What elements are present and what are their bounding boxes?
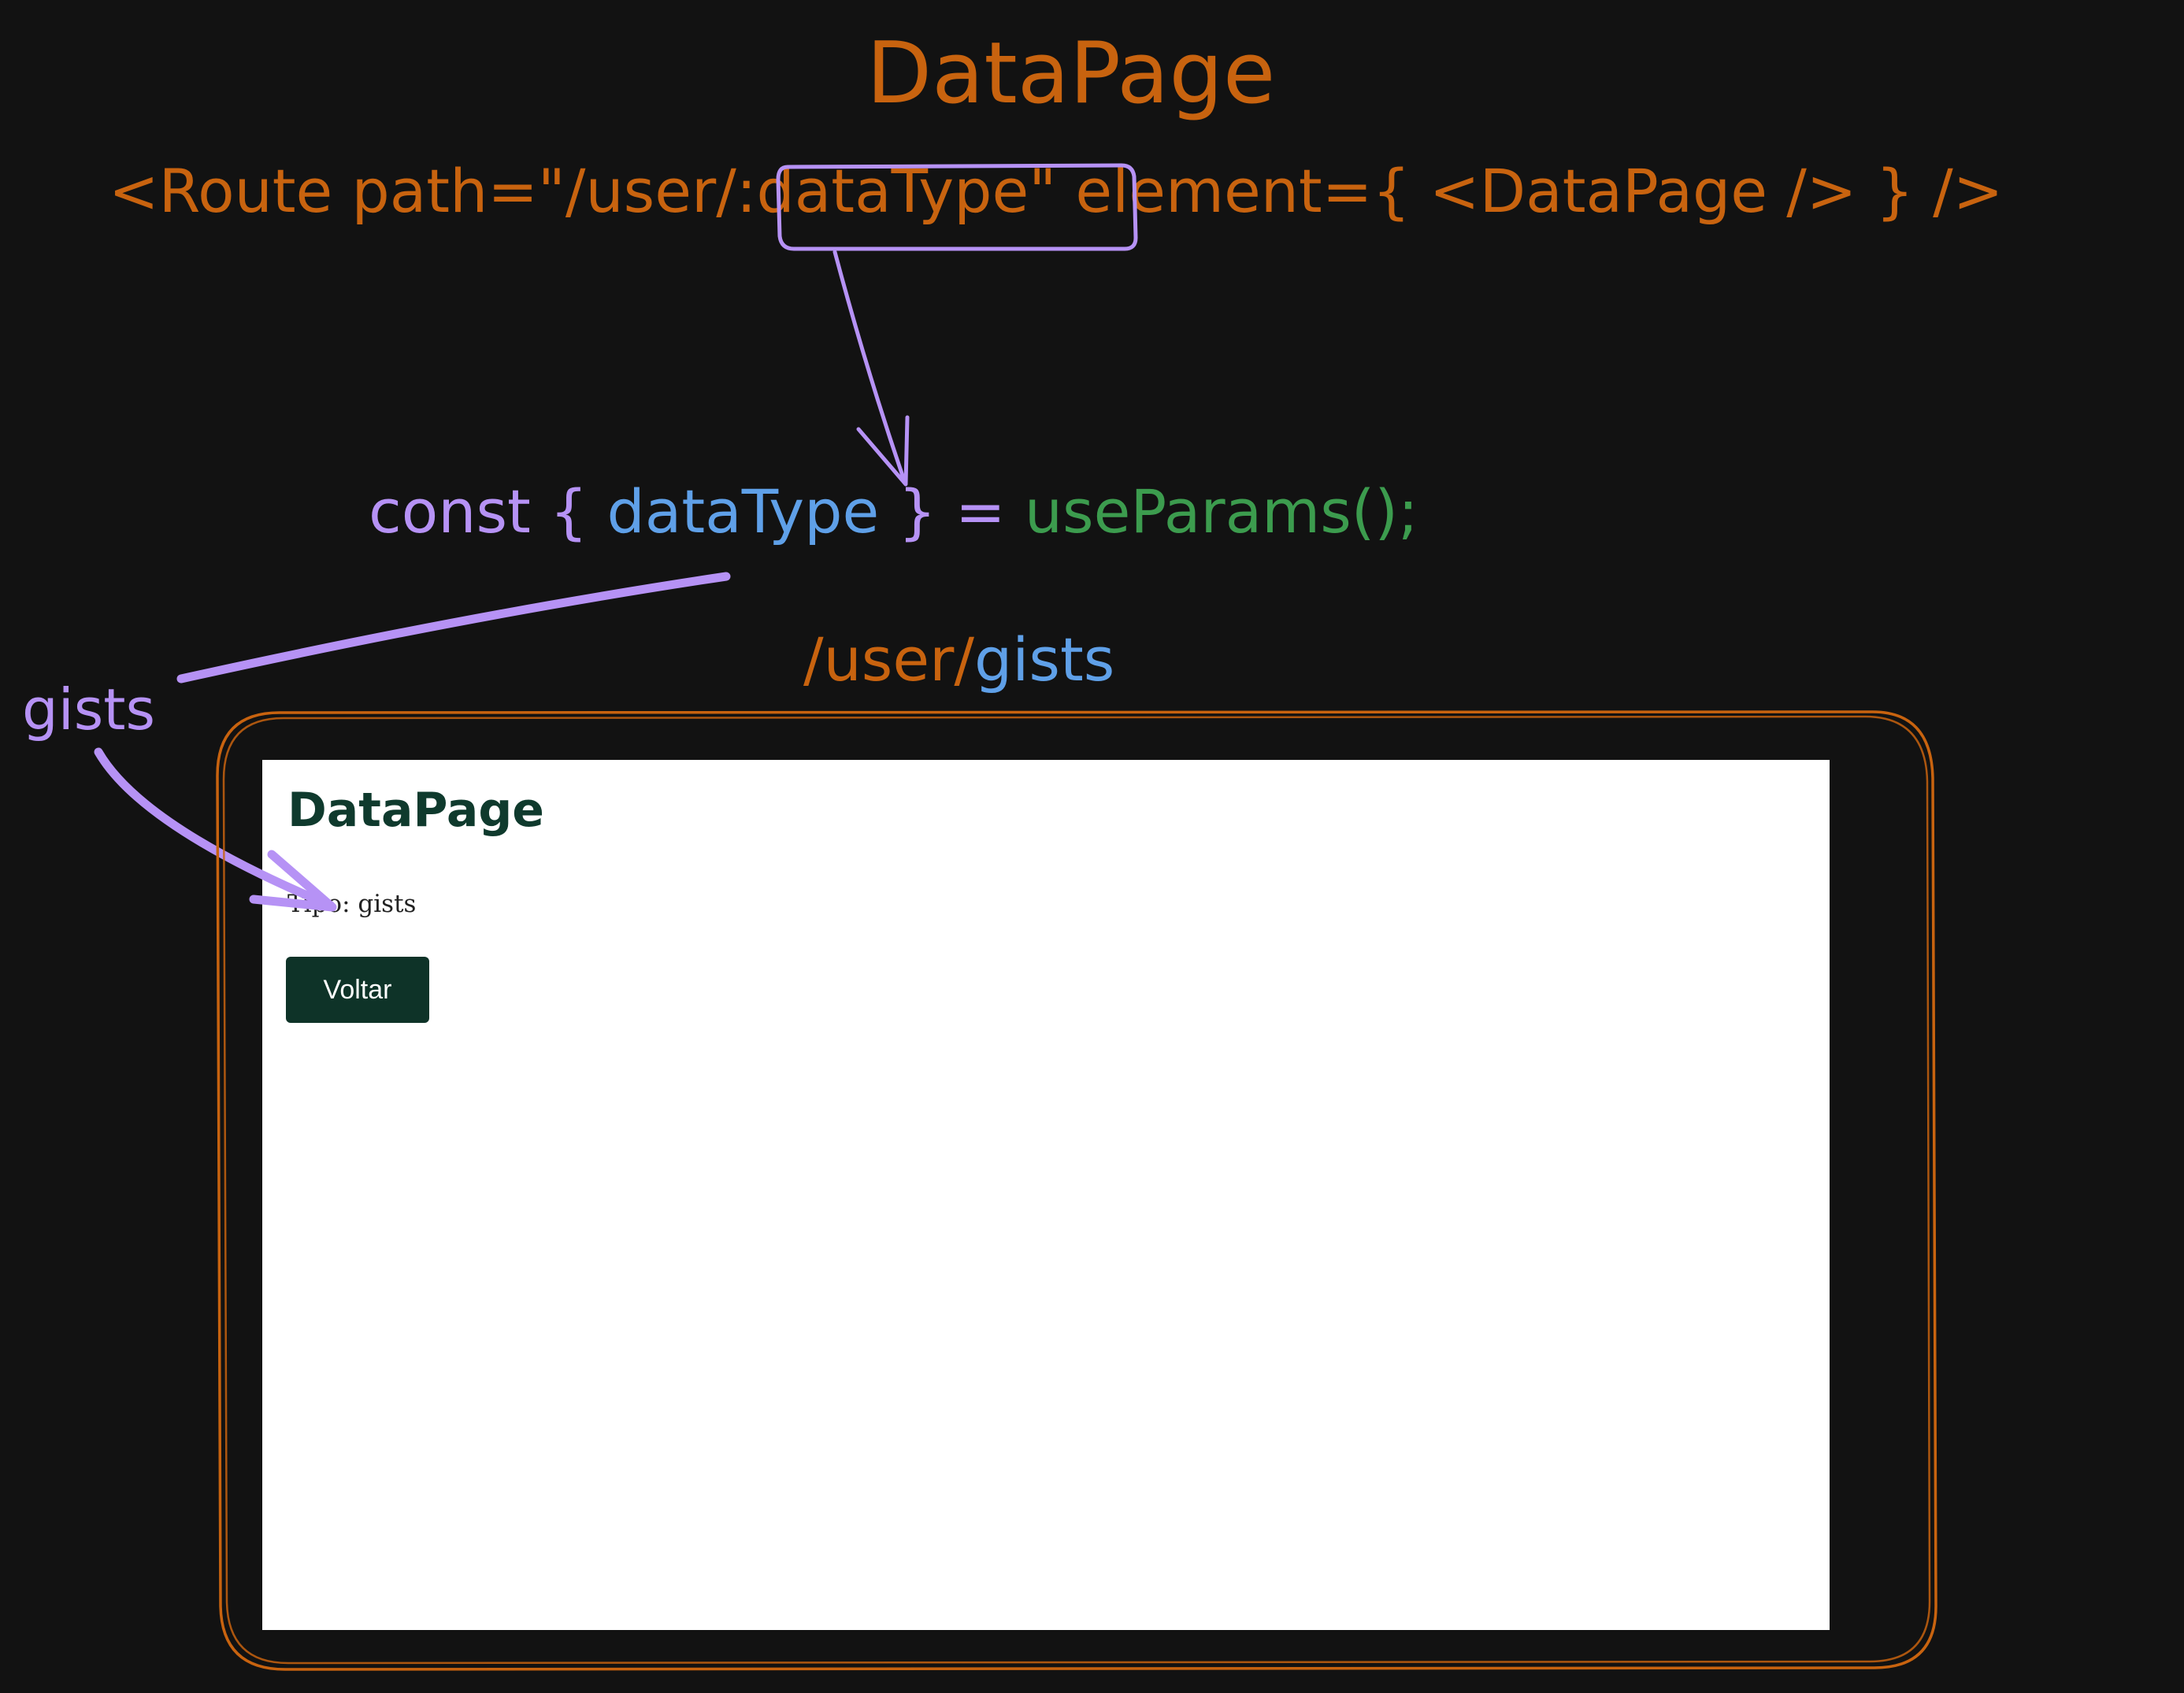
tipo-text: Tipo: gists <box>287 890 417 918</box>
line-hook-to-note <box>176 572 731 683</box>
close-brace: } = <box>898 476 1006 546</box>
param-value-note: gists <box>22 676 155 743</box>
route-prefix: <Route path="/user/ <box>109 156 736 226</box>
route-suffix: " element={ <DataPage /> } /> <box>1029 156 2004 226</box>
use-params-line: const { dataType } = useParams(); <box>369 482 1418 542</box>
diagram-title: DataPage <box>866 24 1276 123</box>
param-name: dataType <box>606 476 880 546</box>
back-button[interactable]: Voltar <box>286 957 429 1023</box>
diagram-canvas: DataPage <Route path="/user/:dataType" e… <box>0 0 2184 1693</box>
url-path: /user/gists <box>803 630 1114 690</box>
use-params-call: useParams(); <box>1024 476 1418 546</box>
route-definition: <Route path="/user/:dataType" element={ … <box>109 161 2003 221</box>
arrow-route-to-hook <box>832 250 907 483</box>
const-keyword: const { <box>369 476 588 546</box>
url-prefix: /user/ <box>803 624 974 695</box>
route-param: :dataType <box>736 156 1029 226</box>
page-title: DataPage <box>287 783 544 838</box>
arrow-route-to-hook-head <box>856 415 910 487</box>
page-screenshot: DataPage Tipo: gists Voltar <box>262 760 1830 1630</box>
url-value: gists <box>973 624 1115 695</box>
